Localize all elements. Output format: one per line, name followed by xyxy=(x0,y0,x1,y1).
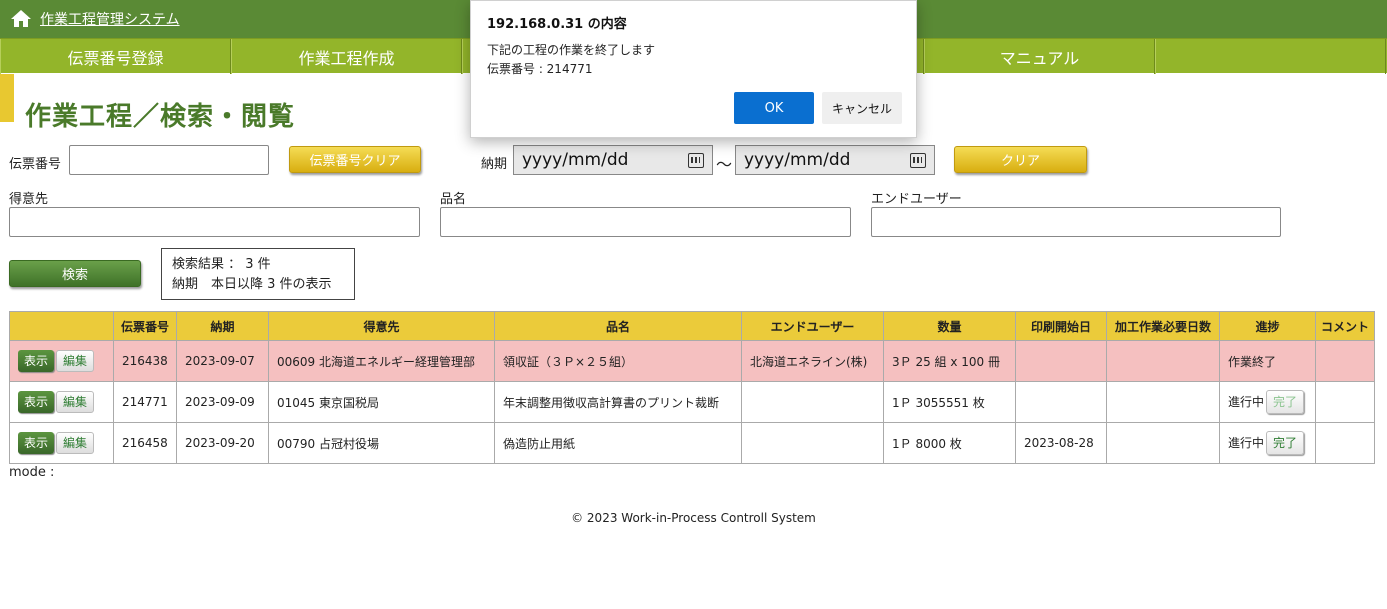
slip-number-label: 伝票番号 xyxy=(9,157,62,172)
col-actions xyxy=(9,311,114,341)
process-table: 伝票番号 納期 得意先 品名 エンドユーザー 数量 印刷開始日 加工作業必要日数… xyxy=(9,311,1375,464)
cell-print-start: 2023-08-28 xyxy=(1015,422,1107,464)
footer-copyright: © 2023 Work-in-Process Controll System xyxy=(571,511,816,525)
cell-progress: 作業終了 xyxy=(1219,340,1316,382)
cell-progress: 進行中 完了 xyxy=(1219,381,1316,423)
cell-comment xyxy=(1315,381,1375,423)
row-actions: 表示 編集 xyxy=(9,422,114,464)
col-days: 加工作業必要日数 xyxy=(1106,311,1220,341)
customer-input[interactable] xyxy=(9,207,420,237)
cell-progress: 進行中 完了 xyxy=(1219,422,1316,464)
due-date-label: 納期 xyxy=(481,157,508,172)
cell-product: 偽造防止用紙 xyxy=(494,422,742,464)
table-row: 表示 編集 216438 2023-09-07 00609 北海道エネルギー経理管… xyxy=(9,340,1375,382)
nav-item-manual[interactable]: マニュアル xyxy=(924,39,1155,74)
table-row: 表示 編集 214771 2023-09-09 01045 東京国税局 年末調整用… xyxy=(9,381,1375,423)
nav-item-process-create[interactable]: 作業工程作成 xyxy=(231,39,462,74)
cell-enduser xyxy=(741,381,884,423)
col-customer: 得意先 xyxy=(268,311,495,341)
col-qty: 数量 xyxy=(883,311,1016,341)
due-date-from-placeholder: yyyy/mm/dd xyxy=(522,150,629,170)
search-result-box: 検索結果 ： 3 件 納期 本日以降 3 件の表示 xyxy=(161,248,355,300)
cell-slip: 214771 xyxy=(113,381,177,423)
cell-customer: 01045 東京国税局 xyxy=(268,381,495,423)
col-comment: コメント xyxy=(1315,311,1375,341)
complete-button[interactable]: 完了 xyxy=(1266,431,1305,455)
mode-indicator: mode : xyxy=(9,465,55,480)
complete-button[interactable]: 完了 xyxy=(1266,390,1305,414)
result-due-summary: 納期 本日以降 3 件の表示 xyxy=(172,277,332,292)
dialog-ok-button[interactable]: OK xyxy=(734,92,814,124)
enduser-label: エンドユーザー xyxy=(871,192,962,207)
nav-item-slip-register[interactable]: 伝票番号登録 xyxy=(0,39,231,74)
cell-qty: 1Ｐ 3055551 枚 xyxy=(883,381,1016,423)
search-button[interactable]: 検索 xyxy=(9,260,141,287)
cell-comment xyxy=(1315,422,1375,464)
edit-button[interactable]: 編集 xyxy=(56,432,94,454)
cell-enduser: 北海道エネライン(株) xyxy=(741,340,884,382)
cell-due: 2023-09-07 xyxy=(176,340,269,382)
edit-button[interactable]: 編集 xyxy=(56,391,94,413)
col-due: 納期 xyxy=(176,311,269,341)
nav-item-6[interactable] xyxy=(1155,39,1386,74)
cell-product: 年末調整用徴収高計算書のプリント裁断 xyxy=(494,381,742,423)
row-actions: 表示 編集 xyxy=(9,340,114,382)
cell-product: 領収証（３Ｐ×２５組） xyxy=(494,340,742,382)
cell-slip: 216458 xyxy=(113,422,177,464)
col-progress: 進捗 xyxy=(1219,311,1316,341)
confirm-dialog: 192.168.0.31 の内容 下記の工程の作業を終了します 伝票番号 : 2… xyxy=(470,0,917,138)
table-header-row: 伝票番号 納期 得意先 品名 エンドユーザー 数量 印刷開始日 加工作業必要日数… xyxy=(9,311,1375,341)
col-enduser: エンドユーザー xyxy=(741,311,884,341)
clear-button[interactable]: クリア xyxy=(954,146,1087,173)
cell-customer: 00609 北海道エネルギー経理管理部 xyxy=(268,340,495,382)
progress-status: 進行中 xyxy=(1228,395,1265,409)
cell-due: 2023-09-20 xyxy=(176,422,269,464)
due-date-to-placeholder: yyyy/mm/dd xyxy=(744,150,851,170)
cell-comment xyxy=(1315,340,1375,382)
cell-days xyxy=(1106,422,1220,464)
dialog-message: 下記の工程の作業を終了します 伝票番号 : 214771 xyxy=(487,41,655,79)
customer-label: 得意先 xyxy=(9,192,49,207)
row-actions: 表示 編集 xyxy=(9,381,114,423)
cell-due: 2023-09-09 xyxy=(176,381,269,423)
cell-days xyxy=(1106,340,1220,382)
slip-number-input[interactable] xyxy=(69,145,269,175)
calendar-icon[interactable] xyxy=(910,153,926,168)
cell-slip: 216438 xyxy=(113,340,177,382)
slip-clear-button[interactable]: 伝票番号クリア xyxy=(289,146,421,173)
progress-status: 作業終了 xyxy=(1228,354,1277,369)
due-date-to-input[interactable]: yyyy/mm/dd xyxy=(735,145,935,175)
calendar-icon[interactable] xyxy=(688,153,704,168)
cell-enduser xyxy=(741,422,884,464)
home-icon[interactable] xyxy=(10,8,32,28)
cell-qty: 3Ｐ 25 組 x 100 冊 xyxy=(883,340,1016,382)
progress-status: 進行中 xyxy=(1228,436,1265,450)
cell-customer: 00790 占冠村役場 xyxy=(268,422,495,464)
show-button[interactable]: 表示 xyxy=(18,350,54,372)
dialog-message-line2: 伝票番号 : 214771 xyxy=(487,62,593,76)
dialog-message-line1: 下記の工程の作業を終了します xyxy=(487,43,656,57)
cell-print-start xyxy=(1015,340,1107,382)
col-slip: 伝票番号 xyxy=(113,311,177,341)
title-accent-bar xyxy=(0,74,14,122)
table-row: 表示 編集 216458 2023-09-20 00790 占冠村役場 偽造防止用… xyxy=(9,422,1375,464)
result-count: 検索結果 ： 3 件 xyxy=(172,257,271,272)
edit-button[interactable]: 編集 xyxy=(56,350,94,372)
enduser-input[interactable] xyxy=(871,207,1281,237)
due-date-from-input[interactable]: yyyy/mm/dd xyxy=(513,145,713,175)
app-title-link[interactable]: 作業工程管理システム xyxy=(40,9,180,29)
dialog-cancel-button[interactable]: キャンセル xyxy=(822,92,902,124)
show-button[interactable]: 表示 xyxy=(18,432,54,454)
cell-print-start xyxy=(1015,381,1107,423)
date-range-separator: ～ xyxy=(716,155,733,174)
col-product: 品名 xyxy=(494,311,742,341)
page-title: 作業工程／検索・閲覧 xyxy=(25,102,296,132)
col-print-start: 印刷開始日 xyxy=(1015,311,1107,341)
dialog-title: 192.168.0.31 の内容 xyxy=(487,17,627,32)
show-button[interactable]: 表示 xyxy=(18,391,54,413)
cell-days xyxy=(1106,381,1220,423)
product-input[interactable] xyxy=(440,207,851,237)
cell-qty: 1Ｐ 8000 枚 xyxy=(883,422,1016,464)
product-label: 品名 xyxy=(440,192,467,207)
